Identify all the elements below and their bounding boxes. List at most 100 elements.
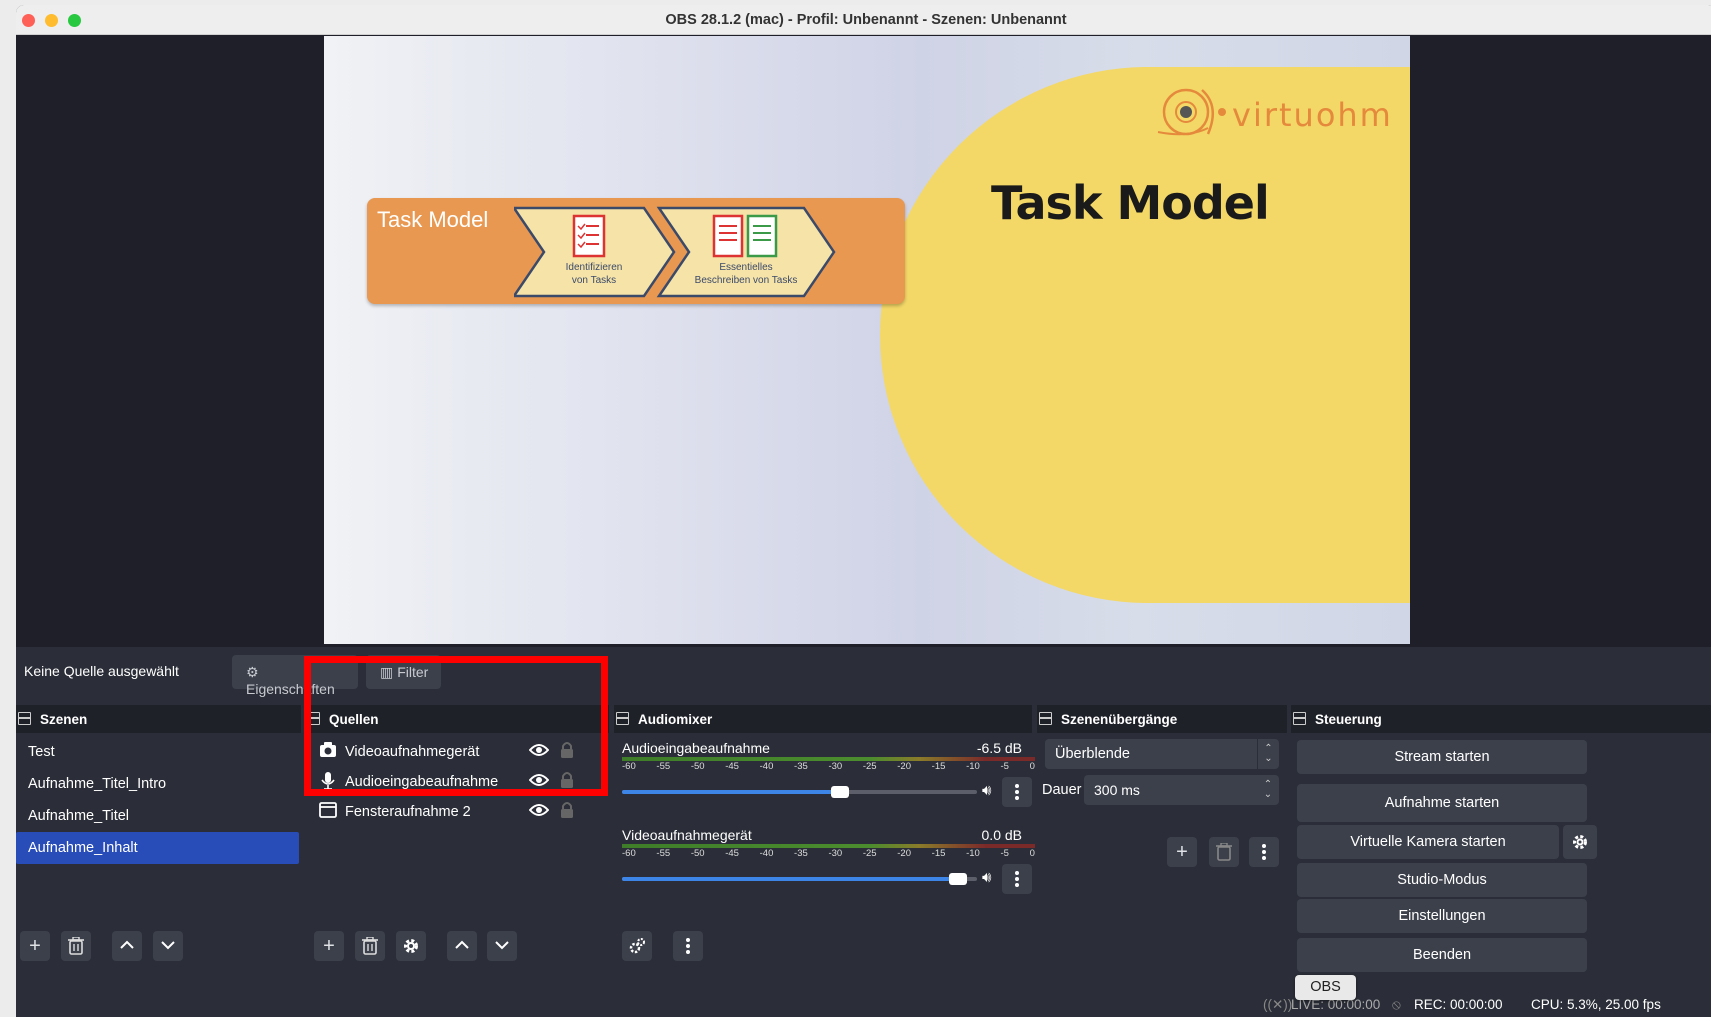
meter-tick-label: -45 <box>725 848 739 859</box>
gear-icon: ⚙ <box>246 664 259 680</box>
source-row[interactable]: Fensteraufnahme 2 <box>319 799 589 825</box>
window-title: OBS 28.1.2 (mac) - Profil: Unbenannt - S… <box>665 12 1067 28</box>
controls-body: Stream starten Aufnahme starten Virtuell… <box>1291 733 1711 990</box>
transition-select-value: Überblende <box>1055 746 1130 762</box>
mixer-channel-menu-button[interactable] <box>1002 864 1032 894</box>
mixer-channel-name: Audioeingabeaufnahme <box>622 740 770 756</box>
meter-tick-label: -10 <box>966 848 980 859</box>
mixer-channel-name: Videoaufnahmegerät <box>622 827 752 843</box>
remove-scene-button[interactable] <box>61 931 91 961</box>
add-scene-button[interactable]: + <box>20 931 50 961</box>
volume-slider-handle[interactable] <box>831 786 849 798</box>
remove-source-button[interactable] <box>355 931 385 961</box>
remove-transition-button[interactable] <box>1209 837 1239 867</box>
chevron-down-icon <box>161 941 175 950</box>
dock-float-icon[interactable] <box>616 712 629 725</box>
trash-icon <box>1216 842 1232 861</box>
scene-item[interactable]: Aufnahme_Titel_Intro <box>16 768 299 800</box>
eye-icon[interactable] <box>529 803 549 817</box>
transitions-title: Szenenübergänge <box>1061 712 1178 727</box>
move-scene-down-button[interactable] <box>153 931 183 961</box>
duration-input[interactable]: 300 ms ⌃ ⌄ <box>1084 775 1279 805</box>
preview-canvas[interactable]: virtuohm Task Model Task Model Identifiz… <box>324 36 1410 644</box>
volume-slider[interactable] <box>622 873 977 885</box>
add-transition-button[interactable]: + <box>1167 837 1197 867</box>
meter-tick-label: -35 <box>794 848 808 859</box>
preview-area[interactable]: virtuohm Task Model Task Model Identifiz… <box>16 35 1711 647</box>
up-down-arrow-icon: ⌃ ⌄ <box>1257 739 1279 769</box>
audiomixer-dock: Audiomixer Audioeingabeaufnahme -6.5 dB … <box>614 705 1035 990</box>
settings-button[interactable]: Einstellungen <box>1297 899 1587 933</box>
rec-off-icon: ⦸ <box>1392 997 1401 1012</box>
tooltip: OBS <box>1295 975 1356 1000</box>
scenes-dock-header[interactable]: Szenen <box>16 705 301 733</box>
source-status: Keine Quelle ausgewählt <box>24 663 179 679</box>
start-stream-button[interactable]: Stream starten <box>1297 740 1587 774</box>
mixer-channel-level: -6.5 dB <box>976 740 1022 756</box>
stream-off-icon: ((✕)) <box>1263 997 1293 1012</box>
dock-float-icon[interactable] <box>1293 712 1306 725</box>
gears-icon <box>629 938 645 954</box>
sources-highlight-box <box>304 656 608 796</box>
meter-tick-label: -20 <box>897 848 911 859</box>
window-icon <box>319 802 337 818</box>
scene-item[interactable]: Test <box>16 736 299 768</box>
start-recording-button[interactable]: Aufnahme starten <box>1297 784 1587 822</box>
transitions-dock-header[interactable]: Szenenübergänge <box>1037 705 1287 733</box>
transition-select[interactable]: Überblende ⌃ ⌄ <box>1045 739 1279 769</box>
add-source-button[interactable]: + <box>314 931 344 961</box>
plus-icon: + <box>1176 841 1188 863</box>
controls-title: Steuerung <box>1315 712 1382 727</box>
move-scene-up-button[interactable] <box>112 931 142 961</box>
meter-tick-label: -60 <box>622 761 636 772</box>
meter-tick-label: -25 <box>862 848 877 859</box>
meter-ticks: -60 -55 -50 -45 -40 -35 -30 -25 -20 -15 -10 -5 0 <box>622 848 1035 859</box>
unlock-icon[interactable] <box>560 801 574 819</box>
duration-value: 300 ms <box>1094 782 1140 798</box>
start-virtual-camera-button[interactable]: Virtuelle Kamera starten <box>1297 825 1559 859</box>
chevron-2-line2: Beschreiben von Tasks <box>695 275 798 286</box>
logo-text: virtuohm <box>1232 96 1393 134</box>
move-source-up-button[interactable] <box>447 931 477 961</box>
meter-tick-label: -35 <box>794 761 808 772</box>
trash-icon <box>68 936 84 955</box>
meter-tick-label: -10 <box>966 761 980 772</box>
cpu-fps: CPU: 5.3%, 25.00 fps <box>1531 997 1661 1012</box>
advanced-audio-properties-button[interactable] <box>622 931 652 961</box>
volume-slider-fill <box>622 790 840 794</box>
meter-tick-label: -45 <box>725 761 739 772</box>
controls-dock-header[interactable]: Steuerung <box>1291 705 1711 733</box>
audiomixer-menu-button[interactable] <box>673 931 703 961</box>
volume-slider[interactable] <box>622 786 977 798</box>
scene-item[interactable]: Aufnahme_Titel <box>16 800 299 832</box>
speaker-icon[interactable]: 🔊︎ <box>982 782 991 799</box>
rec-timer: REC: 00:00:00 <box>1414 997 1503 1012</box>
mixer-channel-level: 0.0 dB <box>981 827 1022 843</box>
meter-tick-label: -50 <box>690 848 705 859</box>
duration-label: Dauer <box>1042 782 1082 798</box>
source-properties-button[interactable] <box>396 931 426 961</box>
dock-float-icon[interactable] <box>18 712 31 725</box>
scenes-list: Test Aufnahme_Titel_Intro Aufnahme_Titel… <box>16 733 301 990</box>
mixer-channel-menu-button[interactable] <box>1002 777 1032 807</box>
volume-slider-handle[interactable] <box>949 873 967 885</box>
meter-tick-label: -15 <box>931 761 946 772</box>
transitions-body: Überblende ⌃ ⌄ Dauer 300 ms ⌃ ⌄ + <box>1037 733 1287 990</box>
transition-menu-button[interactable] <box>1249 837 1279 867</box>
meter-tick-label: -25 <box>862 761 877 772</box>
meter-tick-label: -40 <box>759 761 774 772</box>
virtual-camera-settings-button[interactable] <box>1563 825 1597 859</box>
studio-mode-button[interactable]: Studio-Modus <box>1297 863 1587 897</box>
scenes-title: Szenen <box>40 712 88 727</box>
meter-tick-label: -55 <box>656 848 671 859</box>
chevron-up-icon <box>455 940 469 949</box>
controls-dock: Steuerung Stream starten Aufnahme starte… <box>1291 705 1711 990</box>
speaker-icon[interactable]: 🔊︎ <box>982 869 991 886</box>
stepper-arrows-icon[interactable]: ⌃ ⌄ <box>1257 775 1279 805</box>
dock-float-icon[interactable] <box>1039 712 1052 725</box>
audiomixer-dock-header[interactable]: Audiomixer <box>614 705 1032 733</box>
meter-tick-label: -15 <box>931 848 946 859</box>
exit-button[interactable]: Beenden <box>1297 938 1587 972</box>
move-source-down-button[interactable] <box>487 931 517 961</box>
scene-item-selected[interactable]: Aufnahme_Inhalt <box>16 832 299 864</box>
